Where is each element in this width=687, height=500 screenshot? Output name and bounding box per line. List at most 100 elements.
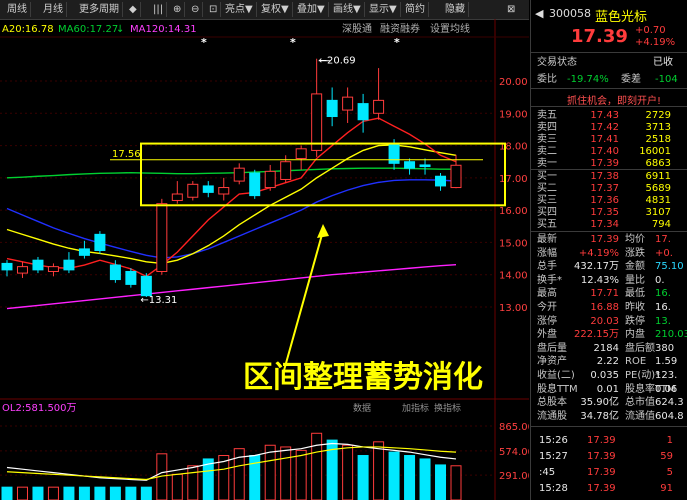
volume-panel-link[interactable]: 数据	[353, 402, 371, 414]
toolbar-fit-icon[interactable]: ⊡	[206, 2, 222, 17]
toolbar-simple-button[interactable]: 简约	[402, 2, 429, 17]
y-tick-label: 16.00	[499, 206, 528, 217]
stat-label: 盘后量	[537, 342, 567, 354]
ma30-line	[6, 179, 457, 259]
high-price-label: ←20.69	[319, 56, 356, 67]
toolbar-hide-button[interactable]: 隐藏	[442, 2, 469, 17]
toolbar-more-periods-button[interactable]: 更多周期	[76, 2, 123, 17]
stat-row: 收益(二) 0.035 PE(动)* 123.	[531, 369, 687, 382]
volume-bar-down	[1, 486, 13, 500]
candle-up	[233, 167, 245, 182]
volume-bar-down	[32, 486, 44, 500]
tick-volume: 5	[666, 467, 673, 478]
candle-down	[94, 233, 106, 252]
toolbar-draw-line-button[interactable]: 画线▼	[330, 2, 365, 17]
y-tick-label: 14.00	[499, 271, 528, 282]
candle-up	[280, 161, 292, 180]
promo-banner[interactable]: 抓住机会，即刻开户!	[567, 92, 661, 107]
tick-time: 15:28	[539, 483, 568, 494]
candle-up	[187, 183, 199, 198]
tick-volume: 1	[666, 435, 673, 446]
volume-bar-down	[94, 486, 106, 500]
kline-chart-svg[interactable]: 20.0019.0018.0017.0016.0015.0014.0013.00…	[0, 19, 529, 500]
stat-value-2: 13.	[655, 315, 671, 327]
toolbar-overlay-button[interactable]: 叠加▼	[294, 2, 329, 17]
candle-up	[450, 164, 462, 189]
stat-row: 外盘 222.15万 内盘 210.03	[531, 328, 687, 341]
stat-row: 股息TTM 0.01 股息率TTM 0.06	[531, 383, 687, 396]
stat-value-2: 0.06	[655, 383, 678, 395]
y-tick-label: 19.00	[499, 109, 528, 120]
stat-row: 最新 17.39 均价 17.	[531, 233, 687, 246]
stat-value-2: 210.03	[655, 329, 687, 341]
indicator-link[interactable]: 深股通	[342, 23, 372, 35]
stat-label-2: 盘后额	[625, 342, 655, 354]
candle-down	[32, 259, 44, 271]
toolbar-diamond-icon[interactable]: ◆	[126, 2, 141, 17]
stat-label-2: 金额	[625, 261, 645, 273]
volume-bar-down	[109, 486, 121, 500]
toolbar-highlight-button[interactable]: 亮点▼	[222, 2, 257, 17]
stat-label: 净资产	[537, 356, 567, 368]
volume-bar-up	[16, 486, 28, 500]
volume-bar-down	[435, 464, 447, 500]
stat-value: 2184	[593, 342, 619, 354]
kline-chart-area[interactable]: 20.00 19.00 18.00 17.00 16.00 15.00 14.00 13.00…	[0, 19, 529, 500]
candle-down	[419, 164, 431, 168]
volume-panel-link[interactable]: 换指标	[434, 402, 461, 414]
volume-bar-down	[388, 451, 400, 500]
order-ratio-label: 委比	[537, 74, 557, 85]
volume-panel-link[interactable]: 加指标	[402, 402, 429, 414]
y-tick-label: 13.00	[499, 303, 528, 314]
candle-up	[311, 93, 323, 151]
chart-toolbar: 周线 月线 更多周期 ◆ ||| ⊕ ⊖ ⊡ 亮点▼ 复权▼ 叠加▼ 画线▼ 显示▼ 简约 隐藏 ⊠	[0, 0, 529, 20]
toolbar-zoom-out-icon[interactable]: ⊖	[188, 2, 204, 17]
stat-value: 12.43%	[580, 274, 619, 286]
last-price: 17.39	[571, 26, 628, 47]
stat-value-2: 604.8	[655, 410, 684, 422]
stat-value: 17.71	[590, 288, 619, 300]
y-tick-label: 20.00	[499, 77, 528, 88]
back-arrow-icon[interactable]: ◀	[535, 7, 543, 20]
tick-volume: 59	[660, 451, 673, 462]
stat-label-2: 均价	[625, 234, 645, 245]
volume-bar-up	[295, 449, 307, 500]
volume-bar-down	[357, 455, 369, 500]
order-diff-value: -104	[655, 74, 678, 85]
indicator-link[interactable]: 设置均线	[430, 22, 470, 35]
stat-value-2: 624.3	[655, 397, 684, 409]
volume-bar-up	[342, 444, 354, 500]
toolbar-month-button[interactable]: 月线	[40, 2, 67, 17]
stat-row: 盘后量 2184 盘后额 380	[531, 342, 687, 355]
toolbar-week-button[interactable]: 周线	[4, 2, 31, 17]
low-price-label: ←13.31	[140, 295, 177, 306]
stat-label: 总股本	[537, 397, 567, 409]
indicator-link[interactable]: 融资融券	[380, 22, 420, 35]
volume-bar-down	[140, 486, 152, 500]
candle-down	[249, 172, 261, 197]
stat-value-2: 1.59	[655, 356, 678, 368]
price-change-pct: +4.19%	[635, 37, 676, 48]
stat-value: 20.03	[590, 315, 619, 327]
trade-status-value: 已收	[653, 57, 673, 68]
price-change: +0.70	[635, 25, 666, 36]
toolbar-display-button[interactable]: 显示▼	[366, 2, 401, 17]
tick-price: 17.39	[587, 467, 616, 478]
volume-tick-label: 291.00	[499, 471, 529, 482]
y-tick-label: 17.00	[499, 174, 528, 185]
toolbar-zoom-in-icon[interactable]: ⊕	[170, 2, 186, 17]
order-diff-label: 委差	[621, 74, 641, 85]
stat-row: 总股本 35.90亿 总市值 624.3	[531, 396, 687, 409]
stat-label: 流通股	[537, 410, 567, 422]
stat-value-2: 16.	[655, 288, 671, 300]
volume-tick-label: 574.00	[499, 447, 529, 458]
toolbar-bars-icon[interactable]: |||	[150, 2, 168, 17]
bid-row: 买五 17.34 794	[531, 218, 687, 231]
stat-label: 外盘	[537, 329, 557, 341]
candle-up	[295, 148, 307, 159]
tick-price: 17.39	[587, 483, 616, 494]
toolbar-close-icon[interactable]: ⊠	[504, 2, 518, 17]
ask-book: 卖五 17.43 2729 卖四 17.42 3713 卖三 17.41 2518 卖二 17.40…	[531, 109, 687, 174]
toolbar-adjust-button[interactable]: 复权▼	[258, 2, 293, 17]
stats-table: 最新 17.39 均价 17. 涨幅 +4.19% 涨跌 +0. 总手 432.17万 金额 75.1…	[531, 233, 687, 423]
